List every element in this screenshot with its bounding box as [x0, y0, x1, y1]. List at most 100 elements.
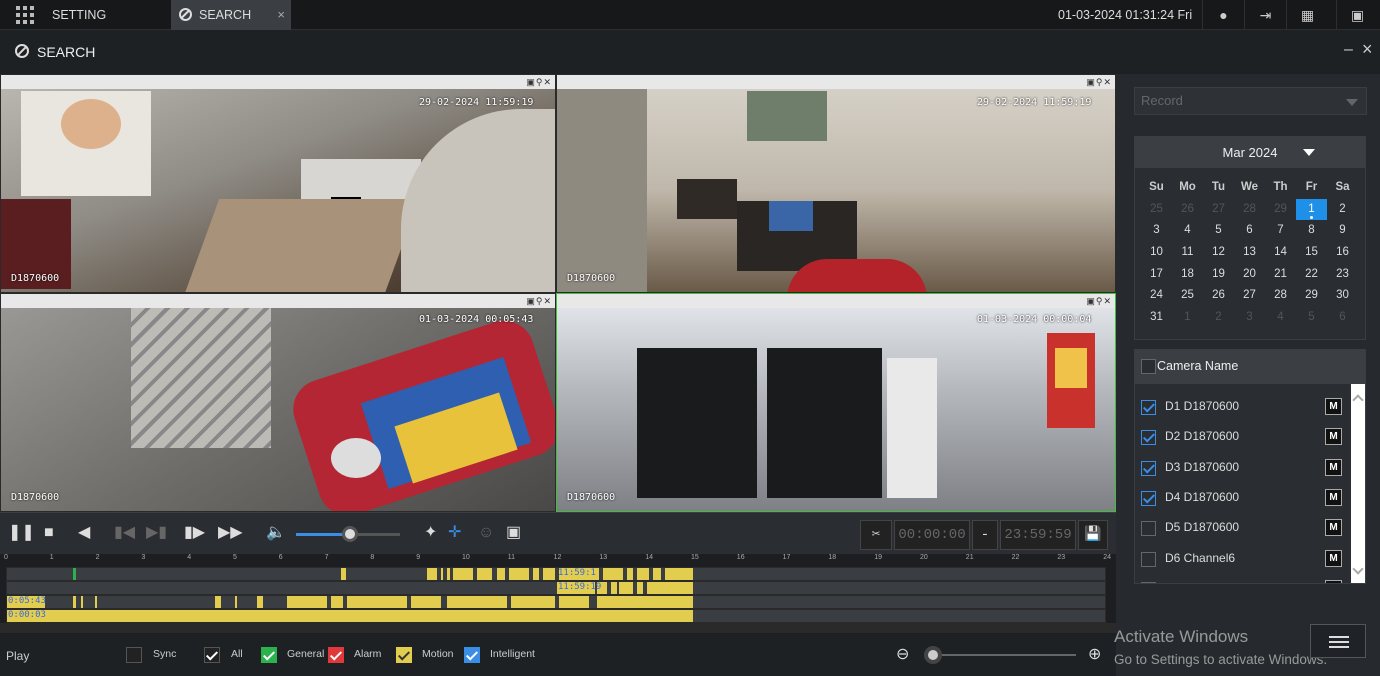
main-stream-button[interactable]: M — [1325, 398, 1342, 415]
calendar-day[interactable]: 18 — [1172, 264, 1203, 286]
pane-tools-icon[interactable]: ▣⚲✕ — [526, 75, 552, 89]
main-stream-button[interactable]: M — [1325, 488, 1342, 506]
motion-checkbox[interactable] — [396, 647, 412, 663]
clip-start-time[interactable]: 00:00:00 — [894, 520, 970, 550]
timeline-track-3[interactable] — [6, 595, 1106, 609]
timeline-scrollbar[interactable] — [0, 623, 1116, 633]
timeline-track-4[interactable] — [6, 609, 1106, 623]
camera-row[interactable]: D3 D1870600 M — [1135, 452, 1351, 482]
calendar-day[interactable]: 19 — [1203, 264, 1234, 286]
calendar-day[interactable]: 17 — [1141, 264, 1172, 286]
timeline[interactable]: 0 1 2 3 4 5 6 7 8 9 10 11 12 13 14 15 16 17 18 19 20 21 22 23 24… — [0, 554, 1116, 634]
record-type-select[interactable]: Record — [1134, 87, 1367, 115]
pane-tools-icon[interactable]: ▣⚲✕ — [1086, 294, 1112, 308]
play-backward-icon[interactable]: ◀ — [78, 523, 90, 543]
intelligent-checkbox[interactable] — [464, 647, 480, 663]
calendar-day[interactable]: 2 — [1203, 307, 1234, 329]
calendar-day[interactable]: 3 — [1234, 307, 1265, 329]
calendar-day[interactable]: 28 — [1265, 285, 1296, 307]
camera-row[interactable]: D2 D1870600 M — [1135, 421, 1351, 451]
calendar-day[interactable]: 9 — [1327, 220, 1358, 242]
logout-icon[interactable]: ⇥ — [1244, 0, 1286, 30]
calendar-day[interactable]: 26 — [1172, 199, 1203, 221]
calendar-day[interactable]: 1 — [1296, 198, 1327, 221]
calendar-day[interactable]: 31 — [1141, 307, 1172, 329]
zoom-in-icon[interactable]: ⊕ — [1088, 644, 1101, 664]
pane-tools-icon[interactable]: ▣⚲✕ — [1086, 75, 1112, 89]
next-frame-icon[interactable]: ▶▮ — [146, 523, 167, 543]
close-window-button[interactable]: × — [1362, 39, 1373, 60]
scissors-icon[interactable]: ✂ — [860, 520, 892, 550]
video-pane-2[interactable]: ▣⚲✕ 29-02-2024 11:59:19 D1870600 — [556, 74, 1116, 293]
tag-pin-icon[interactable]: ✦ — [424, 523, 437, 543]
list-view-button[interactable] — [1310, 624, 1366, 658]
zoom-slider-track[interactable] — [930, 654, 1076, 656]
calendar-day[interactable]: 15 — [1296, 242, 1327, 264]
calendar-day[interactable]: 10 — [1141, 242, 1172, 264]
camera-checkbox[interactable] — [1141, 551, 1156, 567]
camera-checkbox[interactable] — [1141, 460, 1156, 476]
fullscreen-icon[interactable]: ▣ — [506, 523, 521, 543]
calendar-day[interactable]: 4 — [1265, 307, 1296, 329]
calendar-day[interactable]: 8 — [1296, 220, 1327, 242]
camera-row[interactable]: D1 D1870600 M — [1135, 391, 1351, 421]
calendar-day[interactable]: 25 — [1141, 199, 1172, 221]
volume-slider-knob[interactable] — [342, 526, 358, 542]
calendar-day[interactable]: 29 — [1265, 199, 1296, 221]
calendar-day[interactable]: 28 — [1234, 199, 1265, 221]
calendar-day[interactable]: 25 — [1172, 285, 1203, 307]
camera-row[interactable]: D4 D1870600 M — [1135, 482, 1351, 512]
video-pane-4[interactable]: ▣⚲✕ 01-03-2024 00:00:04 D1870600 — [556, 293, 1116, 512]
main-stream-button[interactable]: M — [1325, 519, 1342, 537]
main-stream-button[interactable]: M — [1325, 428, 1342, 446]
camera-row[interactable]: D7 Channel7 M — [1135, 573, 1351, 583]
zoom-out-icon[interactable]: ⊖ — [896, 644, 909, 664]
pause-icon[interactable]: ❚❚ — [8, 523, 35, 543]
main-stream-button[interactable]: M — [1325, 458, 1342, 476]
pane-tools-icon[interactable]: ▣⚲✕ — [526, 294, 552, 308]
calendar-header[interactable]: Mar 2024 — [1135, 137, 1365, 168]
camera-row[interactable]: D5 D1870600 M — [1135, 512, 1351, 542]
camera-checkbox[interactable] — [1141, 521, 1156, 537]
stop-icon[interactable]: ■ — [44, 523, 54, 543]
calendar-day[interactable]: 7 — [1265, 220, 1296, 242]
calendar-day[interactable]: 24 — [1141, 285, 1172, 307]
calendar-day[interactable]: 26 — [1203, 285, 1234, 307]
timeline-track-2[interactable] — [6, 581, 1106, 595]
minimize-button[interactable]: – — [1344, 41, 1353, 59]
people-search-icon[interactable]: ☺ — [478, 523, 494, 543]
main-stream-button[interactable]: M — [1325, 579, 1342, 583]
calendar-day[interactable]: 27 — [1203, 199, 1234, 221]
scroll-up-icon[interactable] — [1352, 394, 1364, 406]
calendar-day[interactable]: 5 — [1296, 307, 1327, 329]
camera-checkbox[interactable] — [1141, 490, 1156, 506]
calendar-day[interactable]: 3 — [1141, 220, 1172, 242]
user-icon[interactable]: ● — [1202, 0, 1244, 30]
all-checkbox[interactable] — [204, 647, 220, 663]
calendar-day[interactable]: 1 — [1172, 307, 1203, 329]
camera-list-scrollbar[interactable] — [1351, 384, 1365, 583]
apps-grid-icon[interactable] — [16, 6, 34, 24]
slow-play-icon[interactable]: ▮▶ — [184, 523, 205, 543]
calendar-day[interactable]: 11 — [1172, 242, 1203, 264]
monitor-icon[interactable]: ▣ — [1336, 0, 1378, 30]
sync-checkbox[interactable] — [126, 647, 142, 663]
camera-checkbox[interactable] — [1141, 430, 1156, 446]
calendar-day[interactable]: 5 — [1203, 220, 1234, 242]
calendar-day[interactable]: 4 — [1172, 220, 1203, 242]
calendar-day[interactable]: 12 — [1203, 242, 1234, 264]
calendar-day[interactable]: 20 — [1234, 264, 1265, 286]
main-stream-button[interactable]: M — [1325, 549, 1342, 567]
camera-checkbox[interactable] — [1141, 581, 1156, 583]
general-checkbox[interactable] — [261, 647, 277, 663]
video-pane-1[interactable]: ▣⚲✕ 29-02-2024 11:59:19 D1870600 — [0, 74, 556, 293]
calendar-day[interactable]: 22 — [1296, 264, 1327, 286]
save-clip-icon[interactable]: 💾 — [1078, 520, 1108, 550]
calendar-day[interactable]: 27 — [1234, 285, 1265, 307]
calendar-day[interactable]: 23 — [1327, 264, 1358, 286]
tab-search[interactable]: SEARCH × — [171, 0, 291, 30]
calendar-day[interactable]: 21 — [1265, 264, 1296, 286]
calendar-day[interactable]: 16 — [1327, 242, 1358, 264]
video-pane-3[interactable]: ▣⚲✕ 01-03-2024 00:05:43 D1870600 — [0, 293, 556, 512]
calendar-day[interactable]: 13 — [1234, 242, 1265, 264]
